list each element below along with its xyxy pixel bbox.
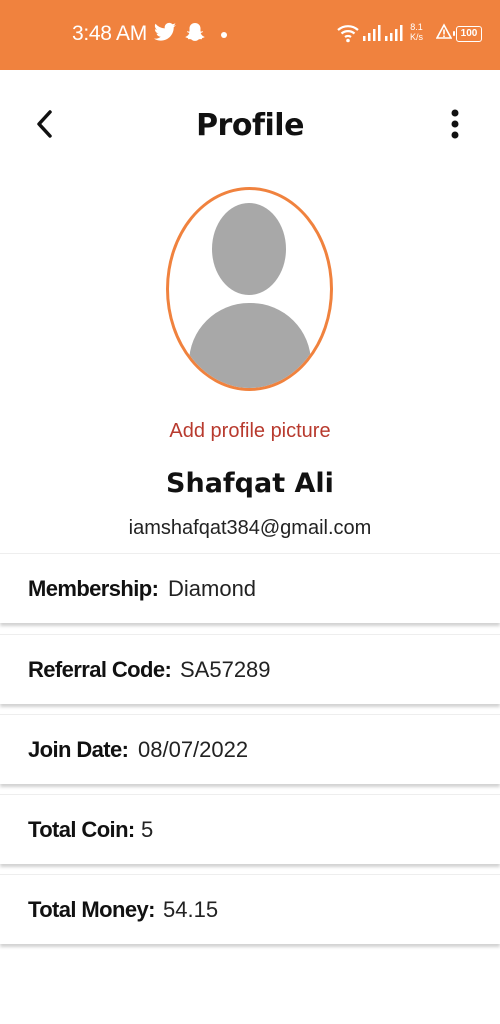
- membership-label: Membership:: [28, 576, 159, 601]
- person-placeholder-icon: [212, 203, 286, 295]
- wifi-icon: [336, 22, 360, 49]
- membership-value: Diamond: [168, 576, 257, 601]
- battery-icon: 100: [453, 26, 482, 42]
- snapchat-icon: [184, 22, 206, 49]
- add-profile-picture-link[interactable]: Add profile picture: [0, 420, 500, 443]
- user-name: Shafqat Ali: [166, 468, 334, 499]
- app-bar: Profile: [0, 70, 500, 180]
- signal-icon: [362, 22, 406, 49]
- referral-code-card: Referral Code: SA57289: [0, 634, 500, 704]
- warning-icon: [435, 22, 453, 47]
- data-speed: 8.1 K/s: [410, 22, 423, 42]
- total-money-label: Total Money:: [28, 897, 155, 922]
- notification-dot: [221, 32, 227, 38]
- profile-avatar[interactable]: [166, 187, 333, 391]
- user-email: iamshafqat384@gmail.com: [128, 517, 372, 539]
- membership-card: Membership: Diamond: [0, 553, 500, 623]
- more-vertical-icon: [451, 109, 459, 139]
- speed-unit: K/s: [410, 32, 424, 42]
- total-coin-label: Total Coin:: [28, 817, 135, 842]
- total-coin-value: 5: [141, 817, 154, 842]
- page-title: Profile: [196, 108, 304, 143]
- more-options-button[interactable]: [440, 106, 470, 146]
- join-date-value: 08/07/2022: [138, 737, 249, 762]
- join-date-card: Join Date: 08/07/2022: [0, 714, 500, 784]
- total-money-value: 54.15: [163, 897, 219, 922]
- referral-code-label: Referral Code:: [28, 657, 172, 682]
- total-coin-card: Total Coin: 5: [0, 794, 500, 864]
- status-bar: 3:48 AM 8.1 K/s 100: [0, 0, 500, 70]
- person-placeholder-body: [189, 303, 311, 388]
- join-date-label: Join Date:: [28, 737, 129, 762]
- twitter-icon: [153, 22, 177, 49]
- speed-value: 8.1: [410, 22, 423, 32]
- status-time: 3:48 AM: [72, 22, 147, 45]
- total-money-card: Total Money: 54.15: [0, 874, 500, 944]
- referral-code-value: SA57289: [180, 657, 271, 682]
